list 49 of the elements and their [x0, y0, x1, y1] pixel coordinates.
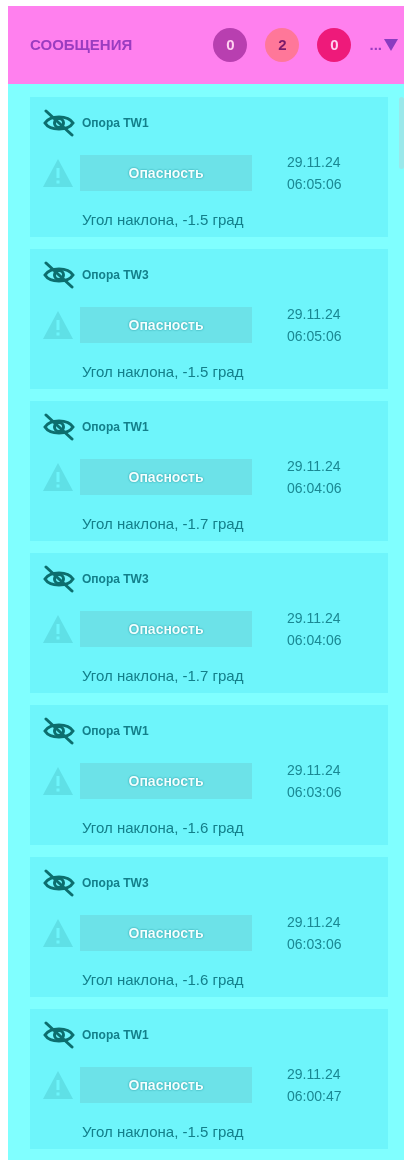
message-date: 29.11.24 — [287, 153, 342, 172]
message-text: Угол наклона, -1.6 град — [82, 818, 245, 838]
message-text: Угол наклона, -1.7 град — [82, 514, 245, 534]
eye-slash-icon[interactable] — [42, 261, 76, 289]
message-time: 06:05:06 — [287, 175, 342, 194]
panel-title: СООБЩЕНИЯ — [30, 34, 133, 55]
message-time: 06:03:06 — [287, 935, 342, 954]
eye-slash-icon[interactable] — [42, 1021, 76, 1049]
message-time: 06:00:47 — [287, 1087, 342, 1106]
eye-slash-icon[interactable] — [42, 413, 76, 441]
message-time: 06:04:06 — [287, 631, 342, 650]
more-button[interactable]: ... — [369, 33, 398, 57]
message-time: 06:04:06 — [287, 479, 342, 498]
counter-badge: 0 — [317, 28, 352, 62]
severity-button[interactable]: Опасность — [80, 763, 252, 799]
counter-badge: 0 — [213, 28, 248, 62]
message-date: 29.11.24 — [287, 1065, 342, 1084]
scrollbar-thumb[interactable] — [399, 97, 404, 169]
eye-slash-icon[interactable] — [42, 717, 76, 745]
caret-icon — [384, 39, 398, 51]
severity-button[interactable]: Опасность — [80, 611, 252, 647]
source-label: Опора TW3 — [82, 267, 149, 284]
eye-slash-icon[interactable] — [42, 565, 76, 593]
severity-button[interactable]: Опасность — [80, 307, 252, 343]
message-time: 06:05:06 — [287, 327, 342, 346]
source-label: Опора TW3 — [82, 875, 149, 892]
message-date: 29.11.24 — [287, 761, 342, 780]
eye-slash-icon[interactable] — [42, 869, 76, 897]
message-text: Угол наклона, -1.5 град — [82, 1122, 245, 1142]
source-label: Опора TW1 — [82, 1027, 149, 1044]
severity-button[interactable]: Опасность — [80, 155, 252, 191]
message-date: 29.11.24 — [287, 609, 342, 628]
message-time: 06:03:06 — [287, 783, 342, 802]
source-label: Опора TW1 — [82, 419, 149, 436]
severity-button[interactable]: Опасность — [80, 1067, 252, 1103]
source-label: Опора TW1 — [82, 115, 149, 132]
message-text: Угол наклона, -1.5 град — [82, 210, 245, 230]
message-date: 29.11.24 — [287, 913, 342, 932]
message-text: Угол наклона, -1.6 град — [82, 970, 245, 990]
eye-slash-icon[interactable] — [42, 109, 76, 137]
message-text: Угол наклона, -1.7 град — [82, 666, 245, 686]
severity-button[interactable]: Опасность — [80, 459, 252, 495]
severity-button[interactable]: Опасность — [80, 915, 252, 951]
message-date: 29.11.24 — [287, 305, 342, 324]
message-date: 29.11.24 — [287, 457, 342, 476]
source-label: Опора TW3 — [82, 571, 149, 588]
source-label: Опора TW1 — [82, 723, 149, 740]
message-text: Угол наклона, -1.5 град — [82, 362, 245, 382]
counter-badge: 2 — [265, 28, 300, 62]
